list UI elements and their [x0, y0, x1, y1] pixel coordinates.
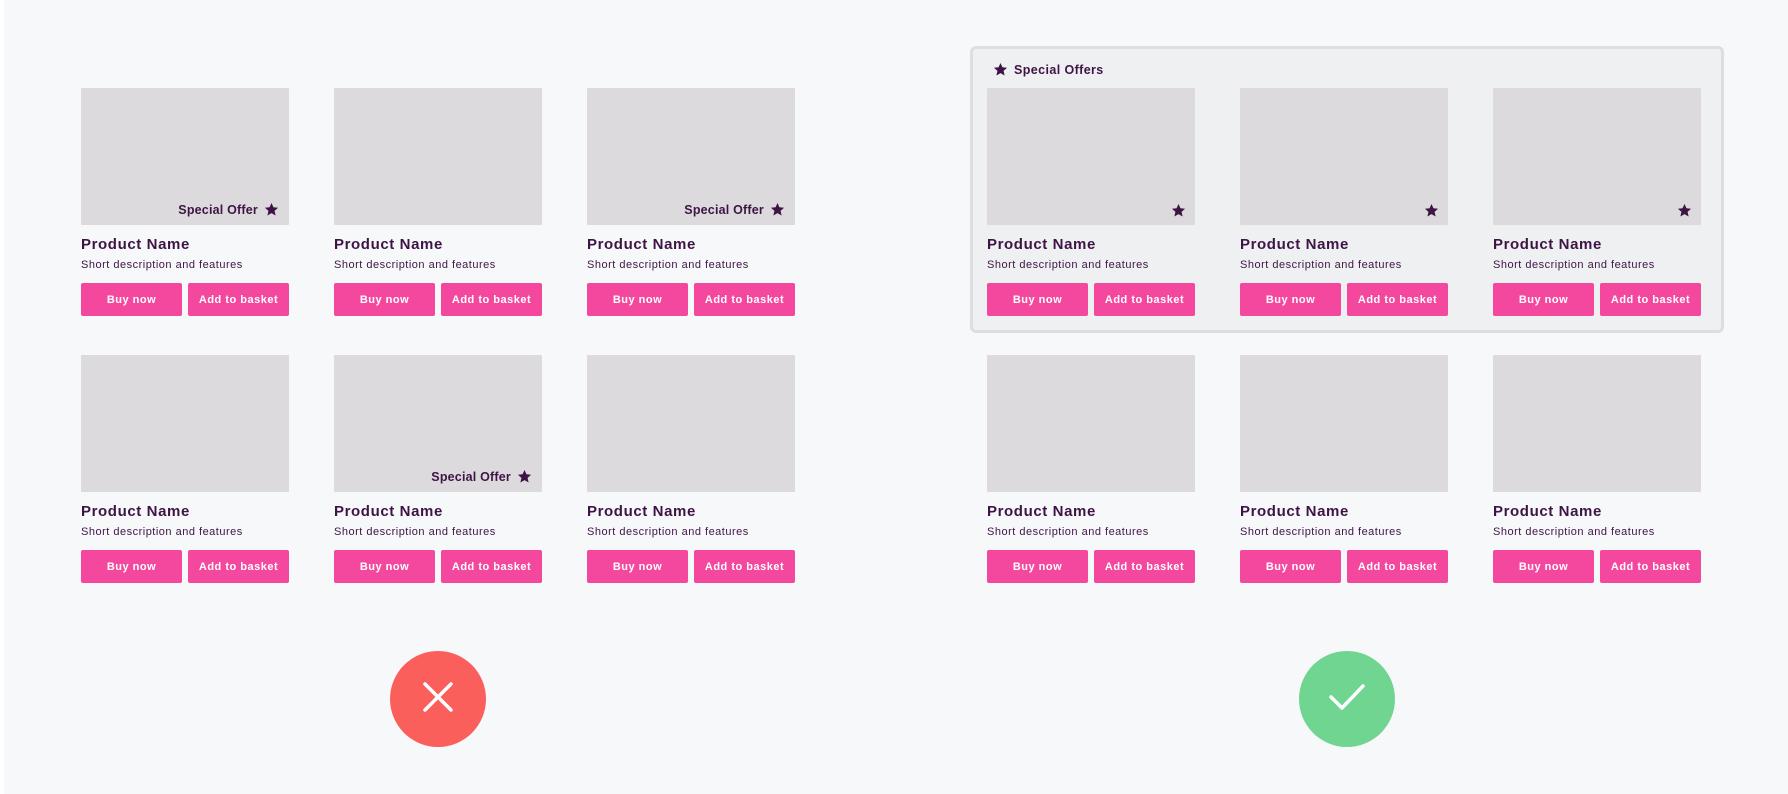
product-name[interactable]: Product Name: [334, 236, 443, 253]
add-to-basket-button[interactable]: Add to basket: [694, 550, 795, 583]
buy-now-button[interactable]: Buy now: [81, 550, 182, 583]
buy-now-button[interactable]: Buy now: [587, 283, 688, 316]
product-name[interactable]: Product Name: [587, 236, 696, 253]
product-image[interactable]: [1240, 355, 1448, 492]
star-icon: [517, 469, 532, 484]
add-to-basket-button[interactable]: Add to basket: [1347, 283, 1448, 316]
star-icon: [1677, 203, 1692, 218]
buy-now-button[interactable]: Buy now: [1240, 550, 1341, 583]
product-description: Short description and features: [587, 526, 749, 538]
product-name[interactable]: Product Name: [1240, 236, 1349, 253]
special-offers-title: Special Offers: [1014, 62, 1104, 77]
product-description: Short description and features: [1493, 526, 1655, 538]
star-icon: [1424, 203, 1439, 218]
add-to-basket-button[interactable]: Add to basket: [1094, 550, 1195, 583]
bad-example-panel: Special Offer Product Name Short descrip…: [4, 0, 904, 794]
product-image[interactable]: [987, 355, 1195, 492]
product-name[interactable]: Product Name: [1240, 503, 1349, 520]
product-name[interactable]: Product Name: [587, 503, 696, 520]
wrong-verdict-badge: [390, 651, 486, 747]
right-verdict-badge: [1299, 651, 1395, 747]
buy-now-button[interactable]: Buy now: [1493, 550, 1594, 583]
add-to-basket-button[interactable]: Add to basket: [1094, 283, 1195, 316]
product-description: Short description and features: [81, 526, 243, 538]
product-image[interactable]: [1493, 355, 1701, 492]
cross-icon: [421, 680, 455, 719]
add-to-basket-button[interactable]: Add to basket: [441, 283, 542, 316]
product-name[interactable]: Product Name: [987, 503, 1096, 520]
product-name[interactable]: Product Name: [1493, 503, 1602, 520]
buy-now-button[interactable]: Buy now: [1493, 283, 1594, 316]
buy-now-button[interactable]: Buy now: [987, 283, 1088, 316]
product-description: Short description and features: [334, 526, 496, 538]
product-description: Short description and features: [81, 259, 243, 271]
product-description: Short description and features: [987, 526, 1149, 538]
check-icon: [1327, 680, 1367, 719]
special-offer-label: Special Offer: [431, 469, 511, 484]
product-description: Short description and features: [987, 259, 1149, 271]
product-name[interactable]: Product Name: [81, 236, 190, 253]
product-name[interactable]: Product Name: [987, 236, 1096, 253]
add-to-basket-button[interactable]: Add to basket: [1600, 283, 1701, 316]
special-offer-tag: Special Offer: [684, 202, 785, 217]
special-offer-label: Special Offer: [684, 202, 764, 217]
buy-now-button[interactable]: Buy now: [81, 283, 182, 316]
product-description: Short description and features: [334, 259, 496, 271]
add-to-basket-button[interactable]: Add to basket: [188, 283, 289, 316]
product-image[interactable]: Special Offer: [81, 88, 289, 225]
product-name[interactable]: Product Name: [334, 503, 443, 520]
add-to-basket-button[interactable]: Add to basket: [1347, 550, 1448, 583]
product-image[interactable]: [587, 355, 795, 492]
product-image[interactable]: [987, 88, 1195, 225]
special-offer-tag: Special Offer: [178, 202, 279, 217]
add-to-basket-button[interactable]: Add to basket: [441, 550, 542, 583]
special-offer-label: Special Offer: [178, 202, 258, 217]
product-description: Short description and features: [1240, 526, 1402, 538]
product-image[interactable]: Special Offer: [334, 355, 542, 492]
add-to-basket-button[interactable]: Add to basket: [188, 550, 289, 583]
star-icon: [770, 202, 785, 217]
buy-now-button[interactable]: Buy now: [987, 550, 1088, 583]
star-icon: [993, 62, 1008, 77]
product-description: Short description and features: [1240, 259, 1402, 271]
buy-now-button[interactable]: Buy now: [587, 550, 688, 583]
product-image[interactable]: [334, 88, 542, 225]
product-name[interactable]: Product Name: [81, 503, 190, 520]
add-to-basket-button[interactable]: Add to basket: [1600, 550, 1701, 583]
product-image[interactable]: [81, 355, 289, 492]
comparison-canvas: Special Offer Product Name Short descrip…: [4, 0, 1788, 794]
add-to-basket-button[interactable]: Add to basket: [694, 283, 795, 316]
star-icon: [264, 202, 279, 217]
product-image[interactable]: Special Offer: [587, 88, 795, 225]
product-name[interactable]: Product Name: [1493, 236, 1602, 253]
buy-now-button[interactable]: Buy now: [1240, 283, 1341, 316]
buy-now-button[interactable]: Buy now: [334, 283, 435, 316]
star-icon: [1171, 203, 1186, 218]
special-offer-tag: Special Offer: [431, 469, 532, 484]
product-description: Short description and features: [1493, 259, 1655, 271]
buy-now-button[interactable]: Buy now: [334, 550, 435, 583]
product-image[interactable]: [1493, 88, 1701, 225]
product-image[interactable]: [1240, 88, 1448, 225]
product-description: Short description and features: [587, 259, 749, 271]
good-example-panel: Special Offers Product Name Short descri…: [904, 0, 1788, 794]
special-offers-heading: Special Offers: [993, 62, 1104, 77]
